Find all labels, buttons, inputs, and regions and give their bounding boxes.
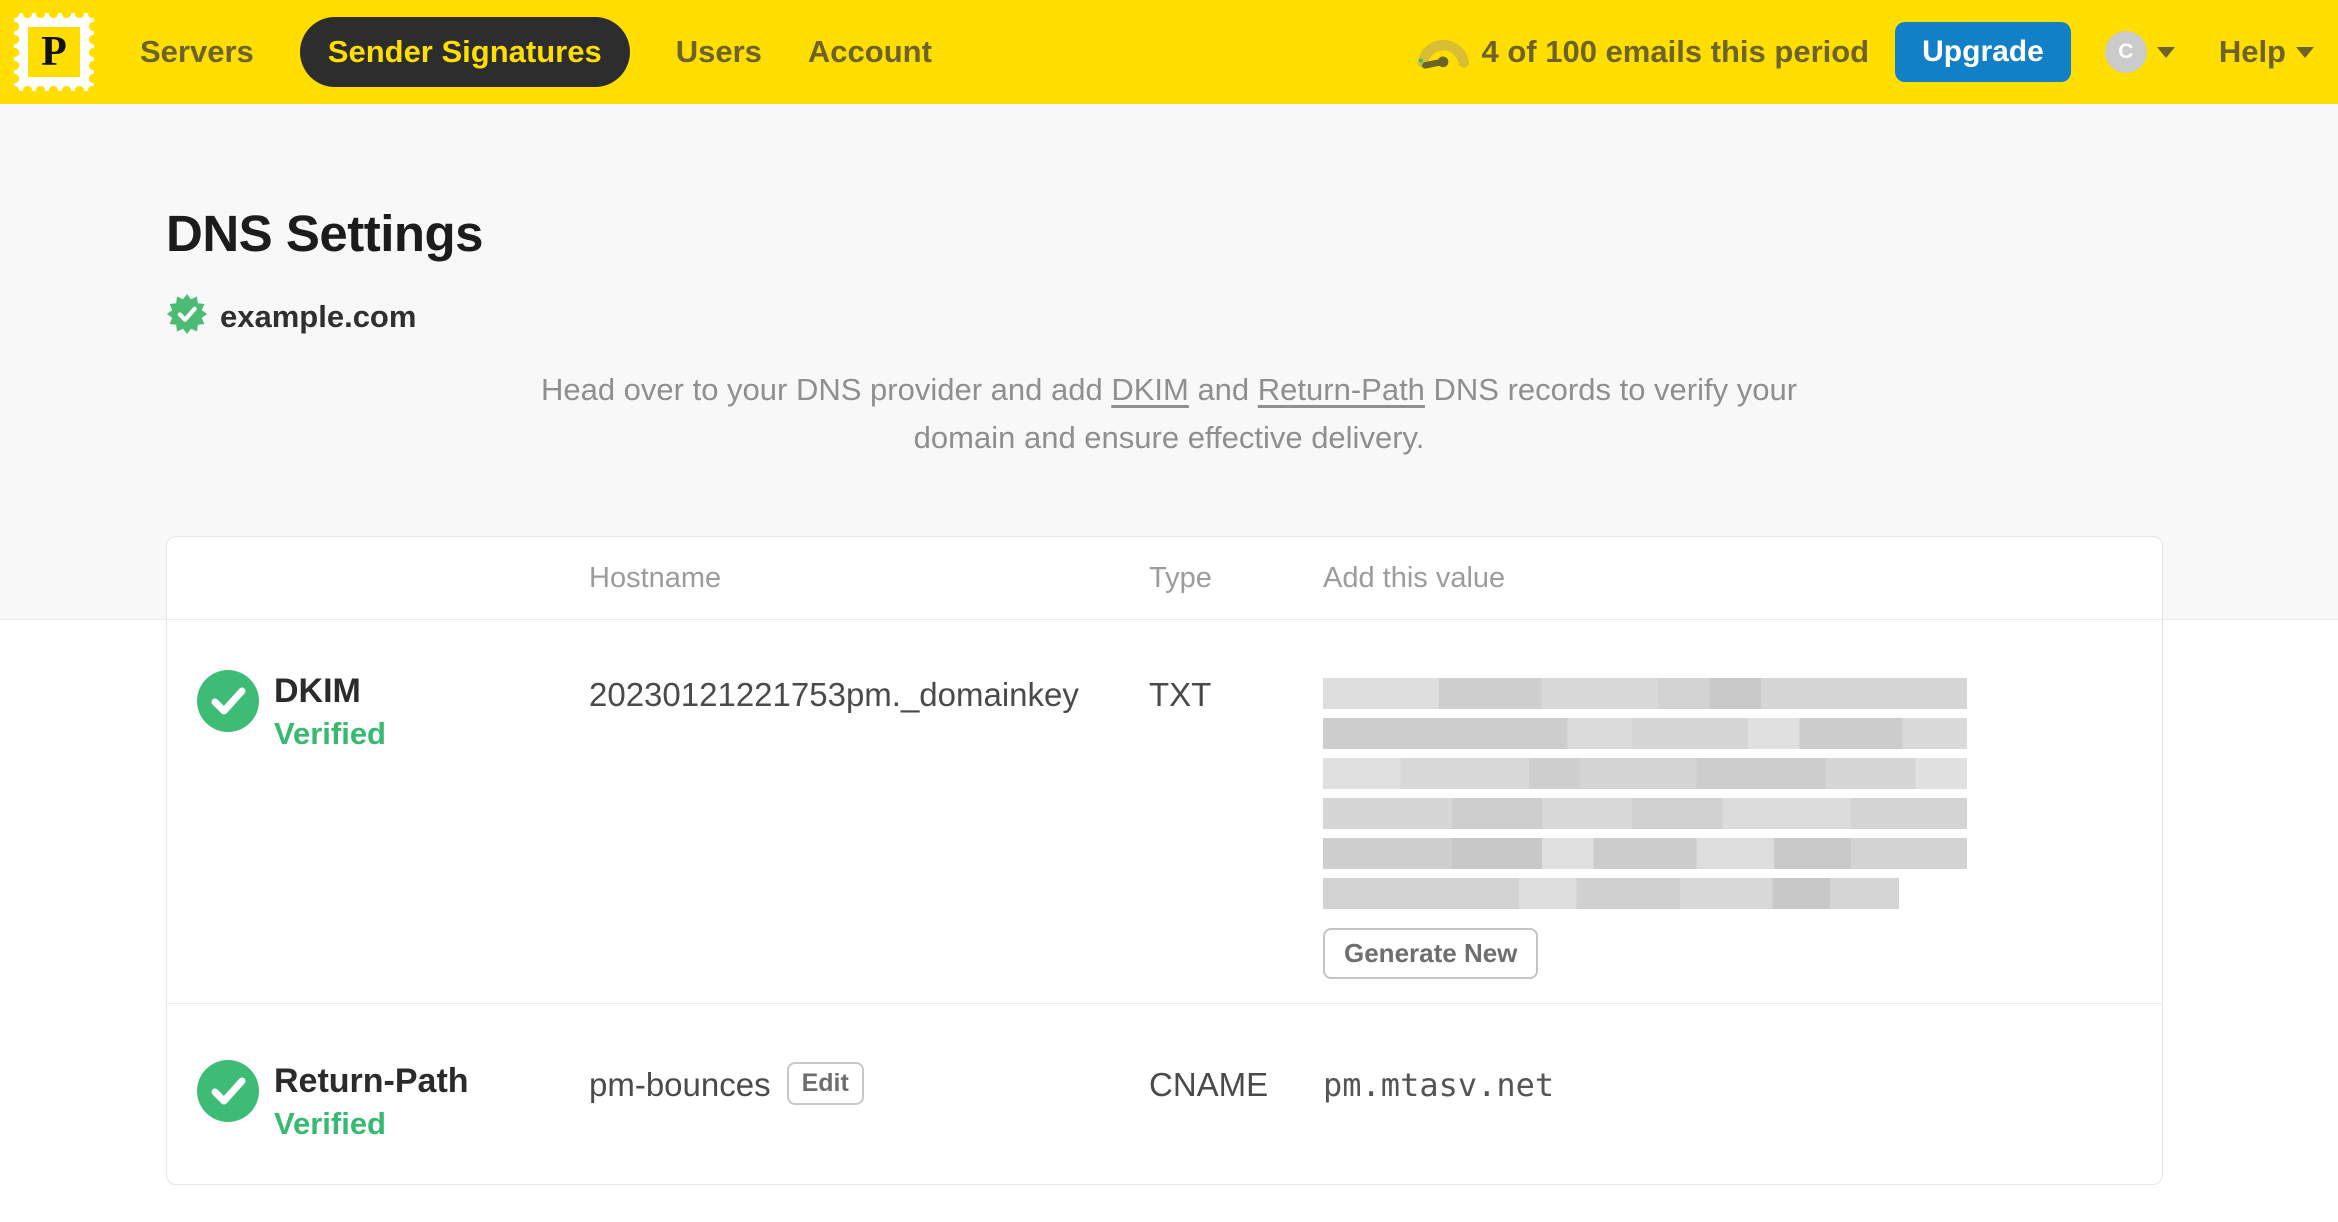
dkim-hostname: 20230121221753pm._domainkey — [589, 676, 1079, 713]
nav-item-users[interactable]: Users — [676, 34, 762, 70]
edit-button[interactable]: Edit — [786, 1062, 864, 1105]
return-path-value: pm.mtasv.net — [1323, 1066, 1555, 1104]
usage-meter[interactable]: 4 of 100 emails this period — [1417, 30, 1869, 75]
dkim-status-cell: DKIM Verified — [167, 670, 589, 1003]
nav-item-sender-signatures[interactable]: Sender Signatures — [299, 17, 630, 87]
nav-item-account[interactable]: Account — [808, 34, 932, 70]
intro-text: Head over to your DNS provider and add D… — [534, 366, 1804, 462]
return-path-link[interactable]: Return-Path — [1258, 372, 1425, 407]
chevron-down-icon — [2156, 46, 2175, 58]
dkim-type: TXT — [1149, 676, 1212, 713]
dns-records-card: Hostname Type Add this value DKIM Verifi… — [166, 536, 2163, 1185]
verified-seal-icon — [166, 293, 208, 340]
upgrade-button[interactable]: Upgrade — [1895, 22, 2071, 82]
account-menu[interactable]: C — [2104, 31, 2175, 73]
redacted-bar — [1323, 878, 1899, 909]
column-header-hostname: Hostname — [589, 561, 722, 594]
avatar: C — [2104, 31, 2147, 73]
verified-check-icon — [197, 1060, 259, 1127]
page-title: DNS Settings — [166, 205, 484, 262]
redacted-bar — [1323, 758, 1967, 789]
intro-mid: and — [1188, 372, 1258, 407]
chevron-down-icon — [2296, 46, 2314, 58]
gauge-icon — [1417, 30, 1470, 75]
table-row-return-path: Return-Path Verified pm-bounces Edit CNA… — [167, 1004, 2162, 1184]
domain-name: example.com — [220, 298, 417, 334]
redacted-bar — [1323, 838, 1967, 869]
column-header-value: Add this value — [1323, 561, 1506, 594]
redacted-bar — [1323, 798, 1967, 829]
return-path-status-cell: Return-Path Verified — [167, 1060, 589, 1184]
postmark-logo[interactable]: P — [14, 13, 94, 91]
help-menu[interactable]: Help — [2219, 34, 2314, 70]
table-header: Hostname Type Add this value — [167, 537, 2162, 620]
verified-check-icon — [197, 670, 259, 737]
help-label: Help — [2218, 34, 2286, 69]
nav-item-servers[interactable]: Servers — [140, 34, 254, 70]
generate-new-button[interactable]: Generate New — [1323, 928, 1539, 979]
dkim-value-cell: Generate New — [1323, 670, 2162, 1003]
domain-row: example.com — [166, 293, 2338, 340]
table-row-dkim: DKIM Verified 20230121221753pm._domainke… — [167, 620, 2162, 1004]
record-status: Verified — [274, 1106, 386, 1141]
return-path-hostname-cell: pm-bounces Edit — [589, 1060, 1149, 1184]
intro-pre: Head over to your DNS provider and add — [540, 372, 1112, 407]
usage-text: 4 of 100 emails this period — [1481, 34, 1870, 69]
redacted-dns-value — [1323, 670, 2162, 909]
redacted-bar — [1323, 718, 1967, 749]
return-path-hostname: pm-bounces — [589, 1066, 771, 1103]
record-status: Verified — [274, 716, 386, 751]
redacted-bar — [1323, 678, 1967, 709]
dkim-link[interactable]: DKIM — [1111, 372, 1189, 407]
return-path-type: CNAME — [1149, 1066, 1269, 1103]
logo-letter: P — [28, 27, 80, 77]
record-name: Return-Path — [274, 1062, 469, 1100]
main-nav: Servers Sender Signatures Users Account — [140, 17, 932, 87]
record-name: DKIM — [274, 672, 361, 710]
top-navbar: P Servers Sender Signatures Users Accoun… — [0, 0, 2338, 104]
column-header-type: Type — [1149, 561, 1212, 594]
